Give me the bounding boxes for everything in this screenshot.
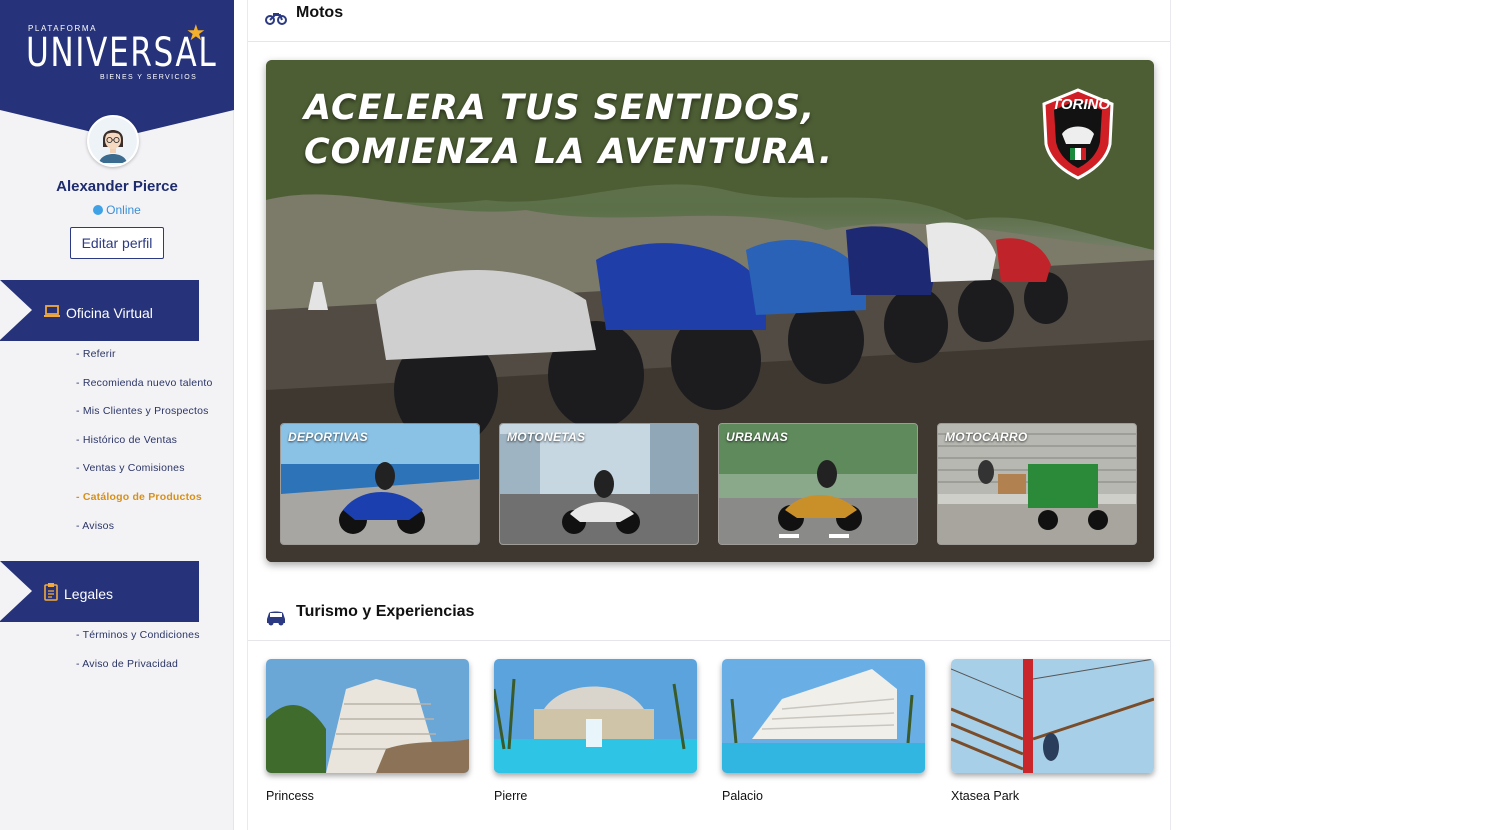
place-image [266, 659, 469, 773]
place-image [722, 659, 925, 773]
motos-banner[interactable]: ACELERA TUS SENTIDOS, COMIENZA LA AVENTU… [266, 60, 1154, 562]
place-name: Pierre [494, 789, 528, 803]
logo-text: TORINO [1052, 96, 1111, 113]
menu-item-ventas-comisiones[interactable]: - Ventas y Comisiones [76, 461, 213, 490]
star-icon: ★ [186, 20, 206, 45]
main-content: Motos ACELERA TUS SENTIDOS, COMIENZA LA … [247, 0, 1171, 830]
place-card-xtasea-park[interactable]: Xtasea Park [951, 659, 1154, 803]
sidebar-section-legales[interactable]: Legales [0, 561, 199, 622]
place-image [951, 659, 1154, 773]
document-icon [44, 583, 58, 601]
sidebar-section-oficina-virtual[interactable]: Oficina Virtual [0, 280, 199, 341]
place-name: Xtasea Park [951, 789, 1020, 803]
user-name: Alexander Pierce [56, 178, 178, 195]
place-photo [951, 659, 1154, 773]
car-icon [267, 611, 285, 626]
sidebar-section-label: Legales [64, 586, 114, 602]
menu-item-referir[interactable]: - Referir [76, 347, 213, 376]
laptop-icon [44, 305, 60, 317]
menu-item-recomienda-talento[interactable]: - Recomienda nuevo talento [76, 376, 213, 405]
avatar[interactable] [87, 115, 139, 167]
category-motonetas[interactable]: MOTONETAS [499, 423, 699, 545]
menu-item-catalogo-productos[interactable]: - Catálogo de Productos [76, 490, 213, 519]
turismo-section-header: Turismo y Experiencias [248, 597, 1170, 641]
user-avatar-icon [89, 117, 137, 165]
category-deportivas[interactable]: DEPORTIVAS [280, 423, 480, 545]
menu-item-avisos[interactable]: - Avisos [76, 519, 213, 548]
status-text: Online [106, 203, 141, 217]
section-title: Motos [296, 4, 344, 21]
category-urbanas[interactable]: URBANAS [718, 423, 918, 545]
online-dot-icon [93, 205, 104, 215]
sidebar: PLATAFORMA UNIVERSAL ★ BIENES Y SERVICIO… [0, 0, 234, 830]
sidebar-section-label: Oficina Virtual [66, 305, 153, 321]
place-card-palacio[interactable]: Palacio [722, 659, 925, 803]
category-strip: DEPORTIVAS MOTONETAS URBANAS MOTOCARRO [280, 423, 1138, 545]
oficina-virtual-menu: - Referir - Recomienda nuevo talento - M… [76, 347, 213, 547]
category-label: MOTOCARRO [945, 430, 1028, 444]
menu-item-clientes-prospectos[interactable]: - Mis Clientes y Prospectos [76, 404, 213, 433]
menu-item-historico-ventas[interactable]: - Histórico de Ventas [76, 433, 213, 462]
place-card-pierre[interactable]: Pierre [494, 659, 697, 803]
place-card-princess[interactable]: Princess [266, 659, 469, 803]
banner-headline: ACELERA TUS SENTIDOS, COMIENZA LA AVENTU… [304, 86, 833, 174]
menu-item-privacidad[interactable]: - Aviso de Privacidad [76, 657, 200, 686]
status-indicator: Online [0, 203, 234, 217]
edit-profile-button[interactable]: Editar perfil [70, 227, 164, 259]
section-title: Turismo y Experiencias [296, 603, 475, 620]
category-label: URBANAS [726, 430, 789, 444]
menu-item-terminos[interactable]: - Términos y Condiciones [76, 628, 200, 657]
banner-headline-line-1: ACELERA TUS SENTIDOS, [304, 88, 816, 128]
place-photo [722, 659, 925, 773]
brand-subtitle: BIENES Y SERVICIOS [100, 74, 198, 81]
banner-headline-line-2: COMIENZA LA AVENTURA. [304, 132, 833, 172]
place-image [494, 659, 697, 773]
place-photo [266, 659, 469, 773]
place-photo [494, 659, 697, 773]
place-name: Princess [266, 789, 314, 803]
category-label: MOTONETAS [507, 430, 586, 444]
motorcycle-icon [265, 13, 287, 25]
category-label: DEPORTIVAS [288, 430, 368, 444]
place-name: Palacio [722, 789, 763, 803]
category-motocarro[interactable]: MOTOCARRO [937, 423, 1137, 545]
motos-section-header: Motos [248, 0, 1170, 42]
legales-menu: - Términos y Condiciones - Aviso de Priv… [76, 628, 200, 685]
